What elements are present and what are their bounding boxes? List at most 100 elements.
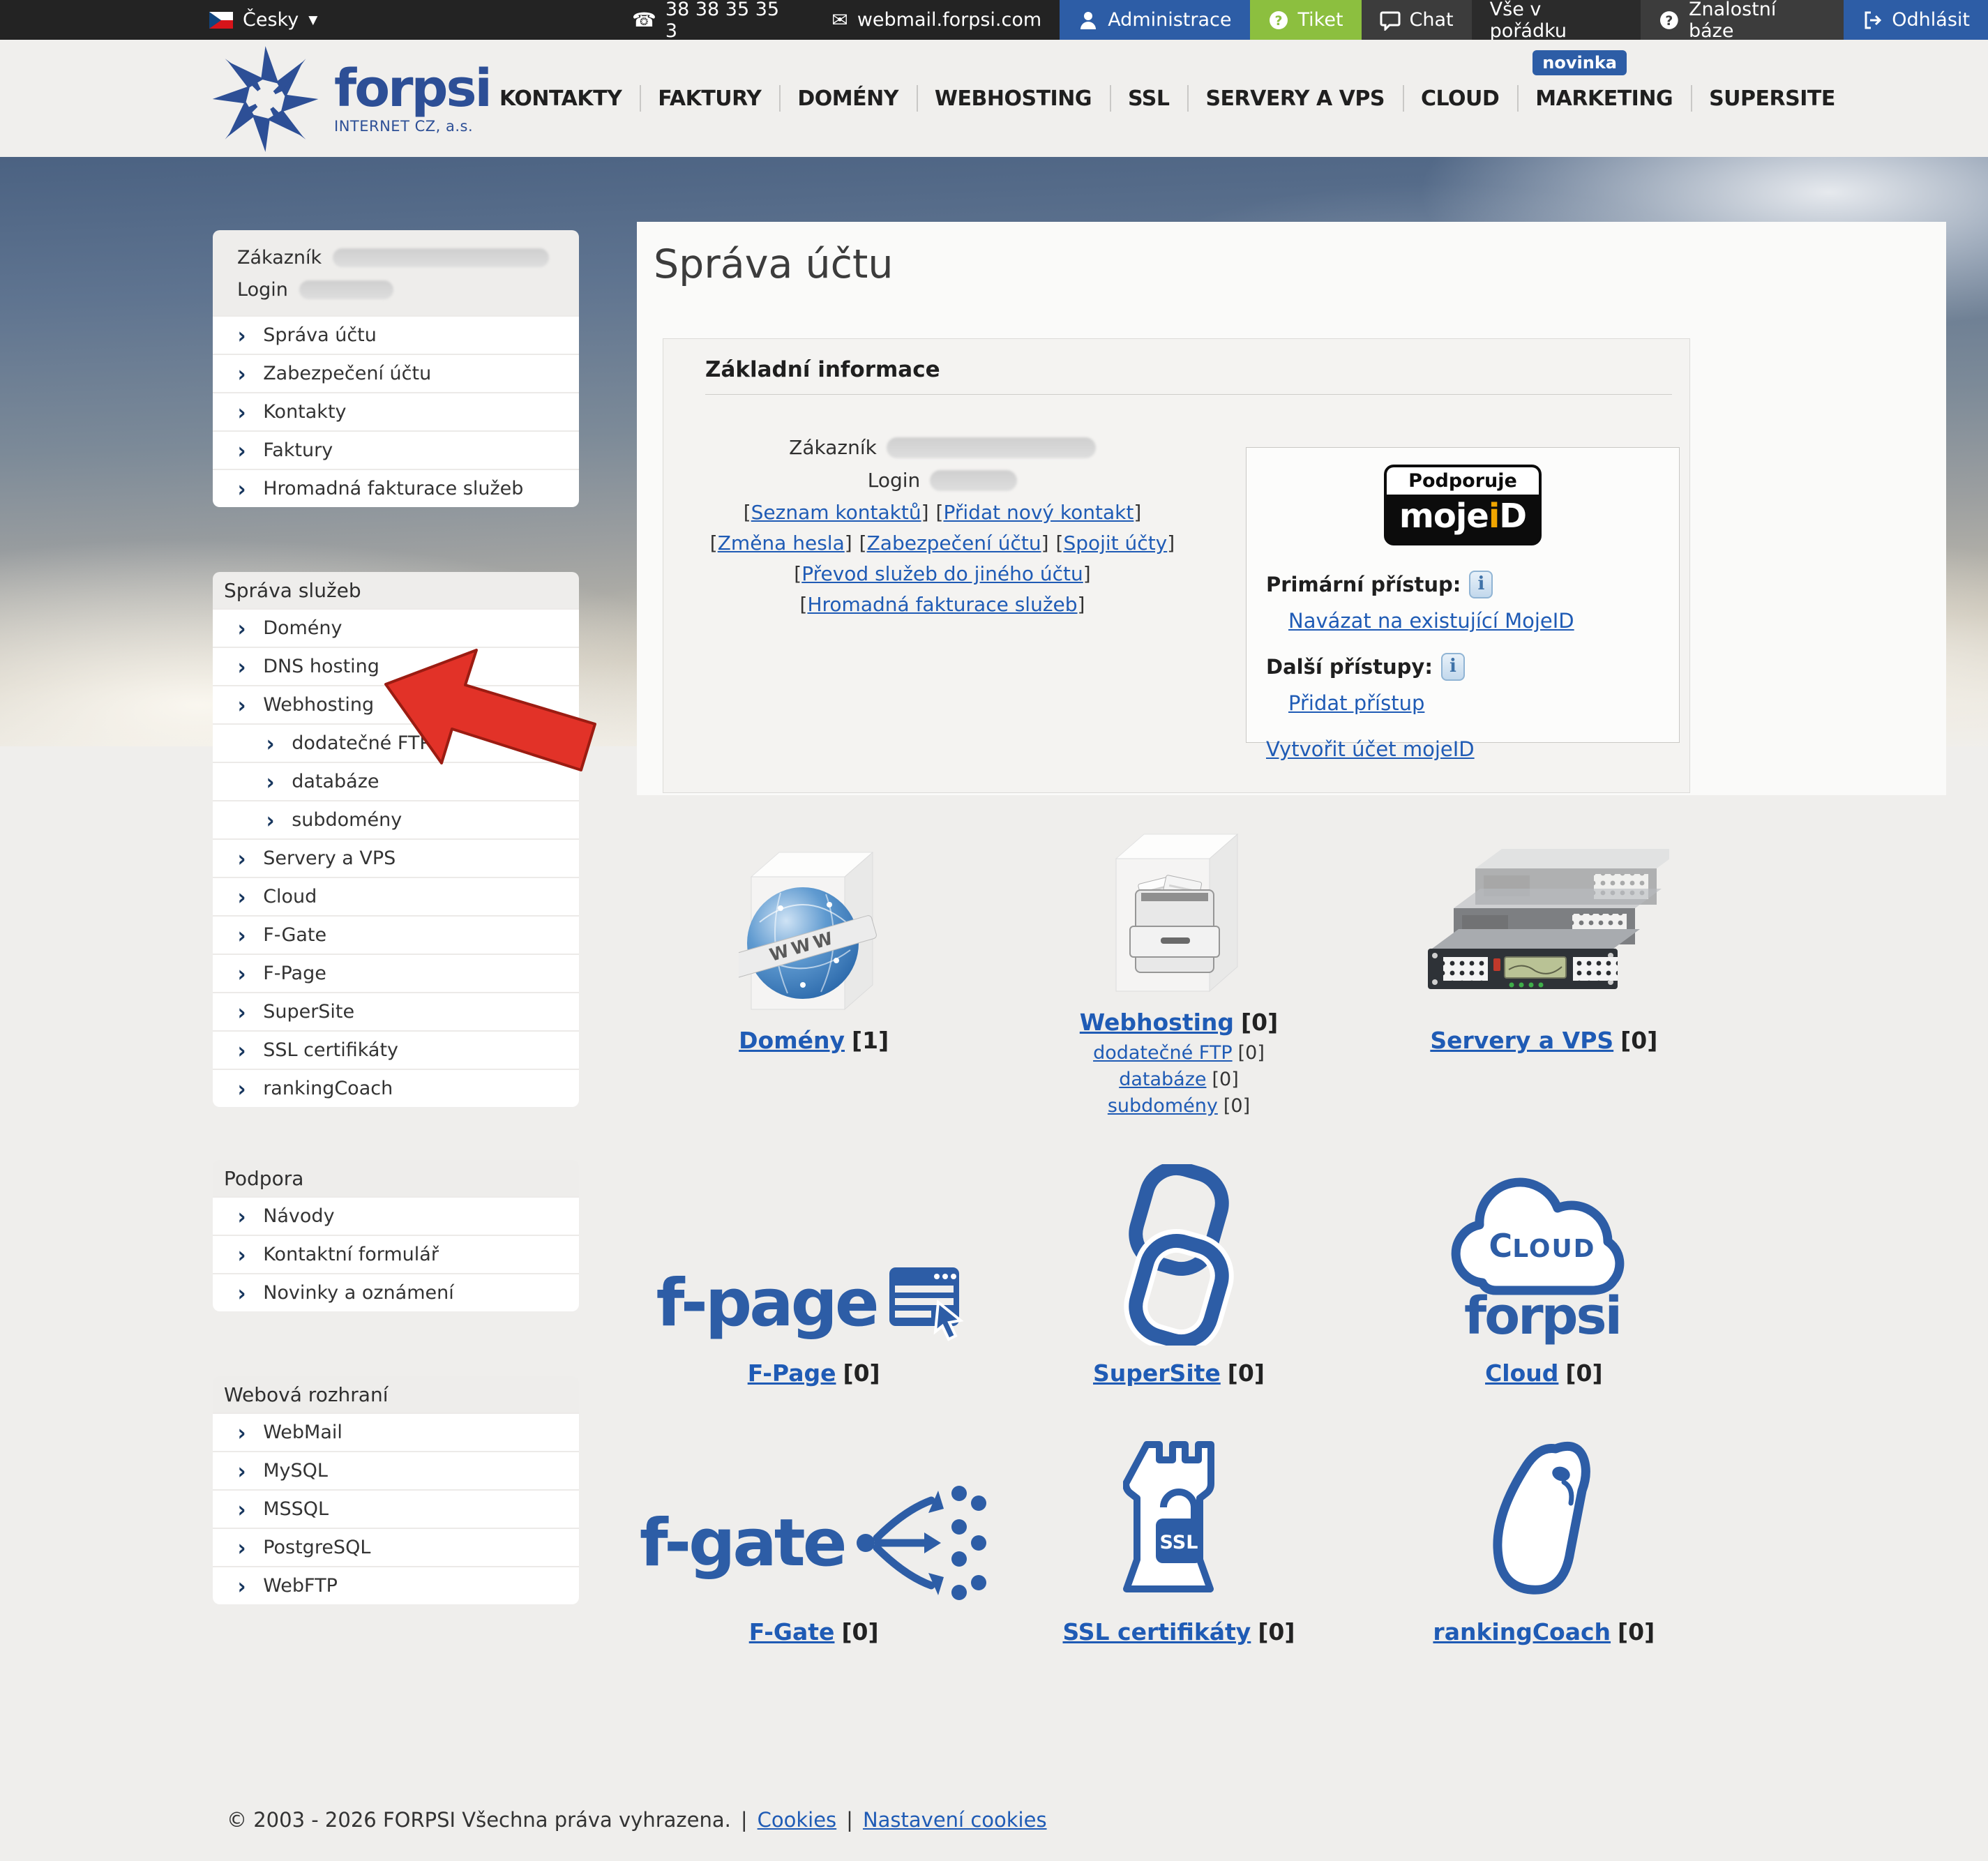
link-spojit-ucty[interactable]: Spojit účty bbox=[1063, 532, 1167, 555]
cookie-settings-link[interactable]: Nastavení cookies bbox=[863, 1808, 1047, 1832]
customer-value-redacted bbox=[333, 248, 549, 267]
sidebar-services-panel: Správa služeb ›Domény ›DNS hosting ›Webh… bbox=[213, 572, 579, 1107]
service-link-rankingcoach[interactable]: rankingCoach bbox=[1433, 1618, 1611, 1645]
link-zmena-hesla[interactable]: Změna hesla bbox=[718, 532, 845, 555]
sidebar-item-cloud[interactable]: ›Cloud bbox=[213, 877, 579, 915]
logout-icon bbox=[1862, 10, 1883, 31]
nav-servery-a-vps[interactable]: SERVERY A VPS bbox=[1187, 86, 1403, 111]
service-link-dodatecne-ftp[interactable]: dodatečné FTP bbox=[1093, 1042, 1233, 1064]
knowledge-base-button[interactable]: ? Znalostní báze bbox=[1641, 0, 1844, 40]
service-domeny: WWW Domény[1] bbox=[739, 795, 889, 1120]
nav-marketing[interactable]: MARKETING novinka bbox=[1517, 86, 1691, 111]
forpsi-star-icon bbox=[201, 44, 330, 154]
service-link-supersite[interactable]: SuperSite bbox=[1093, 1359, 1221, 1387]
services-grid: WWW Domény[1] bbox=[631, 795, 1726, 1692]
chevron-right-icon: › bbox=[238, 963, 246, 985]
svg-text:SSL: SSL bbox=[1160, 1532, 1198, 1553]
sidebar-item-rankingcoach[interactable]: ›rankingCoach bbox=[213, 1069, 579, 1107]
sidebar-item-dodatecne-ftp[interactable]: ›dodatečné FTP bbox=[213, 723, 579, 762]
sidebar-item-servery-a-vps[interactable]: ›Servery a VPS bbox=[213, 838, 579, 877]
nav-cloud[interactable]: CLOUD bbox=[1403, 86, 1517, 111]
service-f-gate: f-gate F-Gate bbox=[640, 1451, 988, 1692]
service-link-f-gate[interactable]: F-Gate bbox=[749, 1618, 835, 1645]
service-link-servery[interactable]: Servery a VPS bbox=[1430, 1027, 1613, 1054]
sidebar-item-ssl-certifikaty[interactable]: ›SSL certifikáty bbox=[213, 1030, 579, 1069]
basic-info-heading: Základní informace bbox=[705, 357, 1672, 395]
sidebar-item-postgresql[interactable]: ›PostgreSQL bbox=[213, 1528, 579, 1566]
service-supersite: SuperSite[0] bbox=[1093, 1120, 1265, 1451]
chevron-right-icon: › bbox=[238, 1001, 246, 1023]
sidebar-item-novinky[interactable]: ›Novinky a oznámení bbox=[213, 1273, 579, 1311]
link-pridat-pristup[interactable]: Přidat přístup bbox=[1288, 691, 1424, 715]
rankingcoach-whistle-icon bbox=[1491, 1440, 1596, 1604]
administrace-button[interactable]: Administrace bbox=[1060, 0, 1249, 40]
sidebar-item-databaze[interactable]: ›databáze bbox=[213, 762, 579, 800]
link-prevod-sluzeb[interactable]: Převod služeb do jiného účtu bbox=[801, 562, 1083, 585]
service-link-f-page[interactable]: F-Page bbox=[748, 1359, 836, 1387]
sidebar-item-mssql[interactable]: ›MSSQL bbox=[213, 1489, 579, 1528]
info-icon[interactable]: i bbox=[1469, 571, 1493, 598]
sidebar-item-f-gate[interactable]: ›F-Gate bbox=[213, 915, 579, 954]
sidebar-item-domeny[interactable]: ›Domény bbox=[213, 608, 579, 647]
account-info: Zákazník Login bbox=[213, 230, 579, 315]
sidebar-item-webmail[interactable]: ›WebMail bbox=[213, 1412, 579, 1451]
sidebar-item-webhosting[interactable]: ›Webhosting bbox=[213, 685, 579, 723]
supersite-chain-icon bbox=[1109, 1164, 1249, 1346]
sidebar-item-webftp[interactable]: ›WebFTP bbox=[213, 1566, 579, 1604]
sidebar-item-subdomeny[interactable]: ›subdomény bbox=[213, 800, 579, 838]
service-link-databaze[interactable]: databáze bbox=[1119, 1069, 1206, 1090]
sidebar-item-f-page[interactable]: ›F-Page bbox=[213, 954, 579, 992]
link-navazat-mojeid[interactable]: Navázat na existující MojeID bbox=[1288, 609, 1574, 633]
chevron-right-icon: › bbox=[238, 1282, 246, 1304]
link-vytvorit-mojeid[interactable]: Vytvořit účet mojeID bbox=[1266, 737, 1475, 761]
sidebar-item-kontaktni-formular[interactable]: ›Kontaktní formulář bbox=[213, 1235, 579, 1273]
services-section-title: Správa služeb bbox=[213, 572, 579, 608]
support-section-title: Podpora bbox=[213, 1160, 579, 1196]
status-button[interactable]: Vše v pořádku bbox=[1472, 0, 1641, 40]
sidebar-item-mysql[interactable]: ›MySQL bbox=[213, 1451, 579, 1489]
sidebar-item-zabezpeceni-uctu[interactable]: ›Zabezpečení účtu bbox=[213, 354, 579, 392]
link-zabezpeceni-uctu[interactable]: Zabezpečení účtu bbox=[867, 532, 1041, 555]
sidebar-item-sprava-uctu[interactable]: ›Správa účtu bbox=[213, 315, 579, 354]
nav-webhosting[interactable]: WEBHOSTING bbox=[917, 86, 1110, 111]
nav-ssl[interactable]: SSL bbox=[1110, 86, 1187, 111]
webmail-block[interactable]: ✉ webmail.forpsi.com bbox=[813, 0, 1060, 40]
chevron-right-icon: › bbox=[238, 1460, 246, 1482]
nav-domeny[interactable]: DOMÉNY bbox=[779, 86, 917, 111]
sidebar-item-kontakty[interactable]: ›Kontakty bbox=[213, 392, 579, 430]
service-link-domeny[interactable]: Domény bbox=[739, 1027, 845, 1054]
tiket-button[interactable]: ? Tiket bbox=[1250, 0, 1362, 40]
nav-faktury[interactable]: FAKTURY bbox=[640, 86, 779, 111]
mojeid-logo: Podporuje mojeiD bbox=[1384, 465, 1542, 545]
nav-kontakty[interactable]: KONTAKTY bbox=[481, 86, 640, 111]
link-pridat-novy-kontakt[interactable]: Přidat nový kontakt bbox=[943, 501, 1134, 524]
sidebar-item-hromadna-fakturace[interactable]: ›Hromadná fakturace služeb bbox=[213, 469, 579, 507]
login-value-redacted bbox=[299, 280, 393, 299]
sidebar-item-navody[interactable]: ›Návody bbox=[213, 1196, 579, 1235]
service-link-ssl[interactable]: SSL certifikáty bbox=[1062, 1618, 1251, 1645]
chevron-right-icon: › bbox=[266, 771, 275, 793]
nav-supersite[interactable]: SUPERSITE bbox=[1691, 86, 1853, 111]
language-selector[interactable]: Česky ▼ bbox=[209, 0, 317, 40]
service-link-cloud[interactable]: Cloud bbox=[1485, 1359, 1558, 1387]
web-section-title: Webová rozhraní bbox=[213, 1376, 579, 1412]
info-icon[interactable]: i bbox=[1441, 653, 1465, 681]
service-link-subdomeny[interactable]: subdomény bbox=[1108, 1095, 1218, 1117]
link-seznam-kontaktu[interactable]: Seznam kontaktů bbox=[751, 501, 921, 524]
forpsi-logo[interactable]: forpsi INTERNET CZ, a.s. bbox=[201, 44, 490, 154]
chevron-down-icon: ▼ bbox=[308, 13, 317, 27]
language-label: Česky bbox=[243, 9, 299, 31]
service-link-webhosting[interactable]: Webhosting bbox=[1080, 1009, 1234, 1036]
logout-button[interactable]: Odhlásit bbox=[1844, 0, 1988, 40]
chevron-right-icon: › bbox=[238, 1244, 246, 1266]
sidebar-item-dns-hosting[interactable]: ›DNS hosting bbox=[213, 647, 579, 685]
cookies-link[interactable]: Cookies bbox=[758, 1808, 837, 1832]
webhosting-sublinks: dodatečné FTP[0] databáze[0] subdomény[0… bbox=[1093, 1040, 1265, 1120]
f-gate-logo-text: f-gate bbox=[640, 1511, 845, 1576]
link-hromadna-fakturace[interactable]: Hromadná fakturace služeb bbox=[807, 593, 1077, 616]
chevron-right-icon: › bbox=[238, 1537, 246, 1559]
sidebar-item-faktury[interactable]: ›Faktury bbox=[213, 430, 579, 469]
sidebar-item-supersite[interactable]: ›SuperSite bbox=[213, 992, 579, 1030]
f-page-window-icon bbox=[888, 1262, 972, 1346]
chat-button[interactable]: Chat bbox=[1362, 0, 1472, 40]
